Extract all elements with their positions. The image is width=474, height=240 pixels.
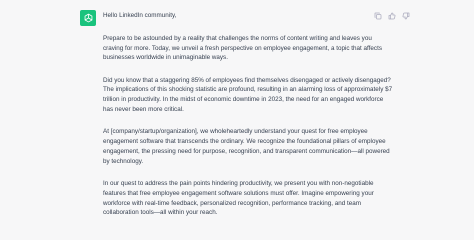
- chatgpt-logo-icon: [80, 10, 96, 26]
- message-greeting: Hello LinkedIn community,: [103, 12, 177, 19]
- message-actions: [373, 11, 410, 20]
- chat-page: Hello LinkedIn community, Prepare to be …: [0, 0, 474, 224]
- message-paragraph: At [company/startup/organization], we wh…: [103, 128, 390, 165]
- message-paragraph: Did you know that a staggering 85% of em…: [103, 76, 393, 114]
- assistant-message: Hello LinkedIn community, Prepare to be …: [103, 11, 393, 224]
- thumbs-up-icon[interactable]: [387, 11, 396, 20]
- thumbs-down-icon[interactable]: [401, 11, 410, 20]
- message-paragraph: Prepare to be astounded by a reality tha…: [103, 34, 382, 62]
- copy-icon[interactable]: [373, 11, 382, 20]
- message-paragraph: In our quest to address the pain points …: [103, 180, 374, 217]
